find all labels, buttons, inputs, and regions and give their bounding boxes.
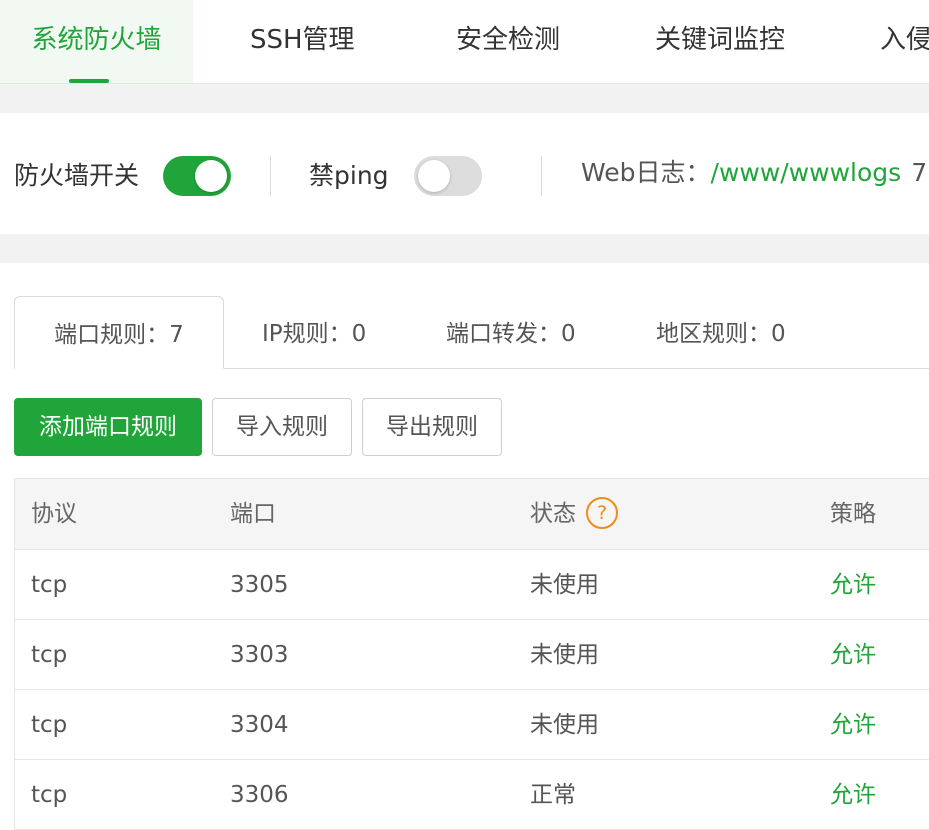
export-rules-button[interactable]: 导出规则 xyxy=(362,398,502,456)
port-rules-table: 协议 端口 状态? 策略 tcp 3305 未使用 允许 tcp 3303 未使… xyxy=(14,478,929,830)
protocol-cell: tcp xyxy=(31,712,68,738)
top-nav: 系统防火墙 SSH管理 安全检测 关键词监控 入侵 xyxy=(0,0,929,84)
section-divider xyxy=(0,84,929,113)
tab-label: 关键词监控 xyxy=(655,25,786,55)
table-row: tcp 3303 未使用 允许 xyxy=(15,620,929,690)
tab-security-check[interactable]: 安全检测 xyxy=(456,0,560,83)
add-port-rule-button[interactable]: 添加端口规则 xyxy=(14,398,202,456)
tab-system-firewall[interactable]: 系统防火墙 xyxy=(0,0,193,83)
table-row: tcp 3305 未使用 允许 xyxy=(15,550,929,620)
toggle-knob xyxy=(195,160,227,192)
section-divider xyxy=(0,234,929,263)
port-cell: 3304 xyxy=(230,712,289,738)
help-icon[interactable]: ? xyxy=(586,496,618,529)
tab-port-rules[interactable]: 端口规则：7 xyxy=(14,296,224,369)
tab-label: SSH管理 xyxy=(250,25,355,55)
firewall-switch-label: 防火墙开关 xyxy=(14,161,140,190)
toggle-knob xyxy=(418,160,450,192)
protocol-cell: tcp xyxy=(31,642,68,668)
web-log-size: 75 xyxy=(911,158,929,187)
protocol-cell: tcp xyxy=(31,782,68,808)
protocol-cell: tcp xyxy=(31,572,68,598)
tab-label: 系统防火墙 xyxy=(31,25,162,55)
port-cell: 3305 xyxy=(230,572,289,598)
port-cell: 3306 xyxy=(230,782,289,808)
column-header-policy: 策略 xyxy=(830,501,876,527)
policy-link[interactable]: 允许 xyxy=(830,620,876,690)
status-cell: 未使用 xyxy=(530,572,599,598)
policy-link[interactable]: 允许 xyxy=(830,690,876,760)
column-header-status: 状态? xyxy=(530,479,618,549)
tab-label: IP规则：0 xyxy=(262,321,367,347)
tab-label: 地区规则：0 xyxy=(656,321,786,347)
table-row: tcp 3306 正常 允许 xyxy=(15,760,929,830)
table-row: tcp 3304 未使用 允许 xyxy=(15,690,929,760)
tab-intrusion[interactable]: 入侵 xyxy=(880,0,929,83)
table-header: 协议 端口 状态? 策略 xyxy=(15,479,929,550)
tab-label: 安全检测 xyxy=(456,25,561,55)
active-tab-indicator xyxy=(69,79,109,83)
firewall-toggle[interactable] xyxy=(163,156,231,196)
divider xyxy=(270,156,271,196)
ban-ping-toggle[interactable] xyxy=(414,156,482,196)
import-rules-button[interactable]: 导入规则 xyxy=(212,398,352,456)
tab-ip-rules[interactable]: IP规则：0 xyxy=(262,296,366,367)
web-log-info: Web日志：/www/wwwlogs 75 xyxy=(581,113,929,233)
web-log-label: Web日志： xyxy=(581,158,711,187)
firewall-settings-bar: 防火墙开关 禁ping Web日志：/www/wwwlogs 75 xyxy=(0,113,929,234)
status-cell: 未使用 xyxy=(530,712,599,738)
rule-tabs: 端口规则：7 IP规则：0 端口转发：0 地区规则：0 xyxy=(14,296,929,369)
policy-link[interactable]: 允许 xyxy=(830,760,876,830)
tab-label: 端口转发：0 xyxy=(446,321,576,347)
divider xyxy=(541,156,542,196)
tab-region-rules[interactable]: 地区规则：0 xyxy=(656,296,786,367)
policy-link[interactable]: 允许 xyxy=(830,550,876,620)
tab-port-forward[interactable]: 端口转发：0 xyxy=(446,296,576,367)
web-log-path-link[interactable]: /www/wwwlogs xyxy=(711,158,902,187)
status-cell: 未使用 xyxy=(530,642,599,668)
port-cell: 3303 xyxy=(230,642,289,668)
tab-label: 端口规则：7 xyxy=(54,322,184,348)
column-header-port: 端口 xyxy=(230,501,276,527)
column-header-protocol: 协议 xyxy=(31,501,77,527)
tab-keyword-monitor[interactable]: 关键词监控 xyxy=(655,0,785,83)
tab-label: 入侵 xyxy=(880,25,929,55)
status-header-label: 状态 xyxy=(530,501,576,527)
tab-ssh-management[interactable]: SSH管理 xyxy=(250,0,355,83)
status-cell: 正常 xyxy=(530,782,576,808)
ping-switch-label: 禁ping xyxy=(309,161,389,190)
